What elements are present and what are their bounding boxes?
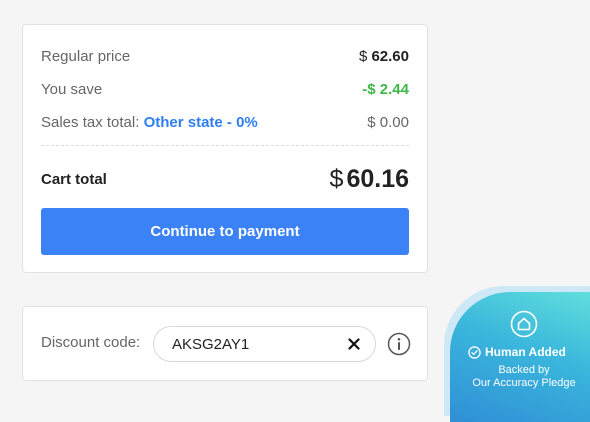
regular-price-amount: $ 62.60 <box>359 48 409 65</box>
you-save-row: You save -$ 2.44 <box>41 79 409 99</box>
badge-subtitle-line1: Backed by <box>498 364 550 376</box>
regular-price-label: Regular price <box>41 47 131 65</box>
order-summary-card: Regular price $ 62.60 You save -$ 2.44 S… <box>22 24 428 273</box>
cart-total-row: Cart total $60.16 <box>41 165 409 193</box>
discount-card: Discount code: <box>22 306 428 381</box>
discount-code-input[interactable] <box>172 335 345 353</box>
sales-tax-label: Sales tax total: <box>41 113 140 131</box>
sales-tax-region-link[interactable]: Other state - 0% <box>144 114 258 131</box>
you-save-value: -$ 2.44 <box>362 80 409 98</box>
house-icon <box>510 310 538 338</box>
info-icon[interactable] <box>387 332 411 356</box>
sales-tax-label-group: Sales tax total: Other state - 0% <box>41 114 258 131</box>
cart-total-value: 60.16 <box>346 164 409 193</box>
cart-total-label: Cart total <box>41 170 107 188</box>
cart-total-amount: $60.16 <box>330 165 409 194</box>
continue-to-payment-button[interactable]: Continue to payment <box>41 208 409 255</box>
discount-code-field[interactable] <box>153 326 376 362</box>
badge-title-text: Human Added <box>485 345 566 359</box>
check-circle-icon <box>468 345 481 359</box>
cart-total-currency: $ <box>329 164 344 193</box>
sales-tax-row: Sales tax total: Other state - 0% $ 0.00 <box>41 112 409 132</box>
regular-price-value: 62.60 <box>371 47 409 65</box>
discount-code-label: Discount code: <box>41 334 141 351</box>
accuracy-pledge-badge[interactable]: Human Added Backed by Our Accuracy Pledg… <box>450 292 590 422</box>
badge-subtitle-line2: Our Accuracy Pledge <box>472 377 576 389</box>
dashed-divider <box>41 145 409 146</box>
badge-title: Human Added <box>468 345 566 359</box>
badge-content: Human Added Backed by Our Accuracy Pledg… <box>450 292 590 422</box>
regular-price-currency: $ <box>358 47 368 65</box>
regular-price-row: Regular price $ 62.60 <box>41 46 409 66</box>
sales-tax-value: $ 0.00 <box>367 113 409 131</box>
close-icon[interactable] <box>345 335 363 353</box>
you-save-label: You save <box>41 80 103 98</box>
